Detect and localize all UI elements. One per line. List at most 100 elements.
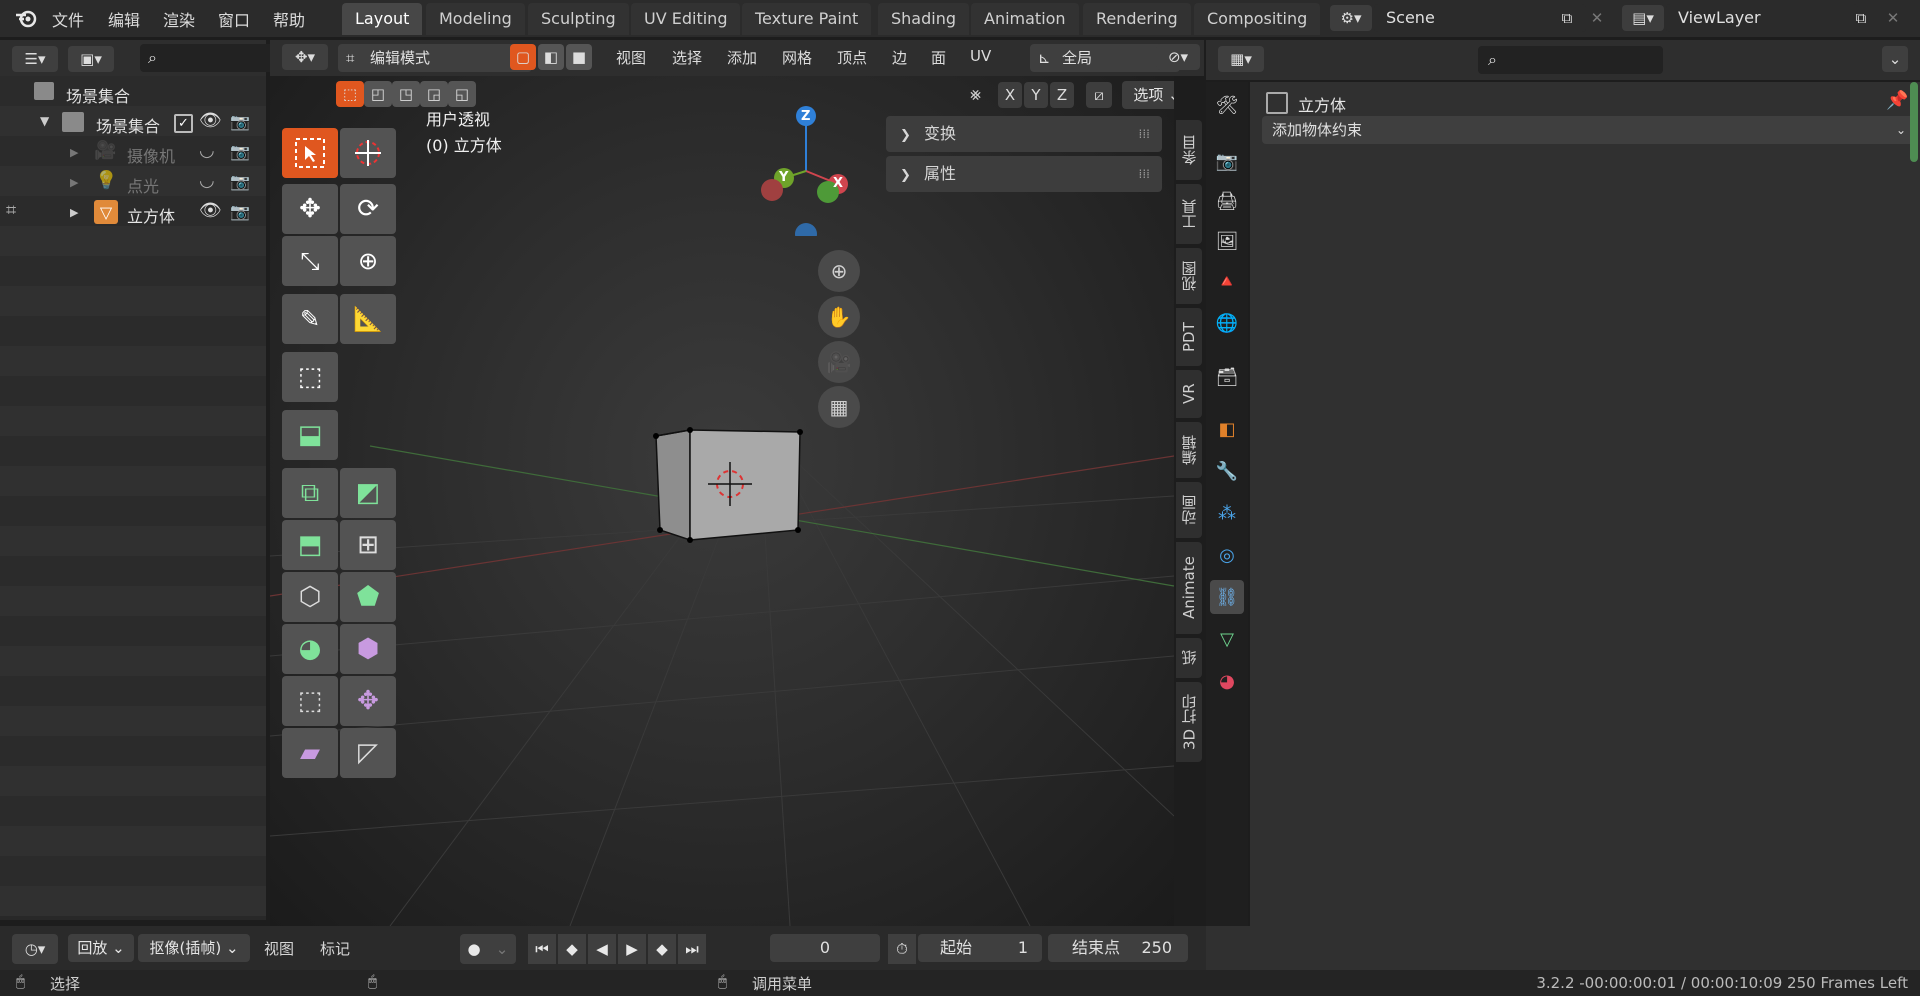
cursor-tool[interactable]: [340, 128, 396, 178]
move-tool[interactable]: ✥: [282, 184, 338, 234]
sidebar-tab-animate[interactable]: Animate: [1176, 542, 1202, 634]
tab-uv-editing[interactable]: UV Editing: [631, 3, 741, 35]
properties-search-input[interactable]: ⌕: [1478, 46, 1663, 74]
extrude-region-tool[interactable]: ⬓: [282, 410, 338, 460]
select-intersect-icon[interactable]: ◱: [448, 81, 476, 107]
shear-tool[interactable]: ▰: [282, 728, 338, 778]
measure-tool[interactable]: 📐: [340, 294, 396, 344]
view-layer-field[interactable]: ViewLayer: [1666, 4, 1858, 32]
view-layer-selector-icon[interactable]: ▤▾: [1622, 5, 1664, 31]
sidebar-tab-paper[interactable]: 纸: [1176, 638, 1202, 678]
vertex-select-icon[interactable]: ▢: [510, 44, 536, 70]
eye-closed-icon[interactable]: ◡: [199, 140, 215, 161]
timeline-editor-icon[interactable]: ◷▾: [12, 934, 58, 964]
display-mode-icon[interactable]: ▣▾: [68, 46, 114, 72]
add-cube-tool[interactable]: ⬚: [282, 352, 338, 402]
play-icon[interactable]: ▶: [618, 934, 646, 964]
render-camera-icon[interactable]: 📷: [230, 142, 250, 161]
expand-arrow-icon[interactable]: ▶: [70, 206, 78, 219]
timeline-view-menu[interactable]: 视图: [264, 938, 294, 959]
spin-tool[interactable]: ⬟: [340, 572, 396, 622]
menu-help[interactable]: 帮助: [273, 7, 305, 31]
delete-scene-icon[interactable]: ✕: [1584, 5, 1610, 31]
next-keyframe-icon[interactable]: ◆: [648, 934, 676, 964]
menu-add[interactable]: 添加: [727, 47, 757, 68]
select-box-mode-icon[interactable]: ⬚: [336, 81, 364, 107]
menu-vertex[interactable]: 顶点: [837, 47, 867, 68]
menu-edit[interactable]: 编辑: [108, 7, 140, 31]
edge-select-icon[interactable]: ◧: [538, 44, 564, 70]
poly-build-tool[interactable]: ⬡: [282, 572, 338, 622]
new-scene-icon[interactable]: ⧉: [1554, 5, 1580, 31]
sidebar-tab-item[interactable]: 条目: [1176, 120, 1202, 180]
editor-type-icon[interactable]: ▦▾: [1218, 46, 1264, 72]
end-frame-field[interactable]: 结束点 250: [1048, 934, 1188, 962]
rotate-tool[interactable]: ⟳: [340, 184, 396, 234]
data-icon[interactable]: ▽: [1210, 622, 1244, 656]
sidebar-tab-pdt[interactable]: PDT: [1176, 308, 1202, 366]
constraint-icon[interactable]: ⛓: [1210, 580, 1244, 614]
mirror-x-toggle[interactable]: X: [998, 82, 1022, 108]
bevel-tool[interactable]: ◩: [340, 468, 396, 518]
sidebar-tab-vr[interactable]: VR: [1176, 370, 1202, 418]
rip-region-tool[interactable]: ◸: [340, 728, 396, 778]
collapse-arrow-icon[interactable]: ▼: [40, 114, 49, 128]
knife-tool[interactable]: ⊞: [340, 520, 396, 570]
scale-tool[interactable]: ⤡: [282, 236, 338, 286]
randomize-tool[interactable]: ⬢: [340, 624, 396, 674]
editor-type-icon[interactable]: ✥▾: [282, 44, 328, 70]
new-view-layer-icon[interactable]: ⧉: [1848, 5, 1874, 31]
sidebar-tab-tool[interactable]: 工具: [1176, 184, 1202, 244]
face-select-icon[interactable]: ■: [566, 44, 592, 70]
drag-handle-icon[interactable]: ⁞⁞⁞: [1139, 156, 1150, 192]
tab-sculpting[interactable]: Sculpting: [528, 3, 629, 35]
start-frame-field[interactable]: 起始 1: [918, 934, 1042, 962]
scene-icon[interactable]: 🔺: [1210, 264, 1244, 298]
pin-icon[interactable]: 📌: [1886, 90, 1908, 111]
outliner-item-camera[interactable]: 摄像机: [127, 143, 175, 167]
menu-window[interactable]: 窗口: [218, 7, 250, 31]
tab-modeling[interactable]: Modeling: [426, 3, 525, 35]
menu-file[interactable]: 文件: [52, 7, 84, 31]
sidebar-tab-3d-print[interactable]: 3D 打印: [1176, 682, 1202, 762]
cube-mesh[interactable]: [650, 426, 840, 566]
exclude-checkbox[interactable]: ✓: [174, 114, 193, 133]
camera-view-icon[interactable]: 🎥: [818, 341, 860, 383]
auto-keying-options-icon[interactable]: ⌄: [488, 934, 516, 964]
play-reverse-icon[interactable]: ◀: [588, 934, 616, 964]
jump-start-icon[interactable]: ⏮: [528, 934, 556, 964]
keying-dropdown[interactable]: 抠像(插帧) ⌄: [138, 934, 250, 962]
menu-render[interactable]: 渲染: [163, 7, 195, 31]
edge-slide-tool[interactable]: ⬚: [282, 676, 338, 726]
prev-keyframe-icon[interactable]: ◆: [558, 934, 586, 964]
playback-dropdown[interactable]: 回放 ⌄: [68, 934, 134, 962]
tab-shading[interactable]: Shading: [878, 3, 969, 35]
tab-texture-paint[interactable]: Texture Paint: [742, 3, 872, 35]
output-icon[interactable]: 🖨: [1210, 184, 1244, 218]
outliner-item-cube[interactable]: 立方体: [127, 203, 175, 227]
record-icon[interactable]: ●: [460, 934, 488, 964]
tab-layout[interactable]: Layout: [342, 3, 423, 35]
select-subtract-icon[interactable]: ◳: [392, 81, 420, 107]
menu-select[interactable]: 选择: [672, 47, 702, 68]
eye-icon[interactable]: 👁: [199, 200, 222, 221]
stopwatch-icon[interactable]: ⏱: [888, 934, 916, 964]
object-icon[interactable]: ◧: [1210, 412, 1244, 446]
perspective-grid-icon[interactable]: ▦: [818, 386, 860, 428]
render-icon[interactable]: 📷: [1210, 144, 1244, 178]
render-camera-icon[interactable]: 📷: [230, 202, 250, 221]
sidebar-tab-view[interactable]: 视图: [1176, 248, 1202, 304]
menu-face[interactable]: 面: [931, 47, 946, 68]
loop-cut-tool[interactable]: ⬒: [282, 520, 338, 570]
world-icon[interactable]: 🌐: [1210, 306, 1244, 340]
editor-type-icon[interactable]: ☰▾: [12, 46, 58, 72]
eye-closed-icon[interactable]: ◡: [199, 170, 215, 191]
scene-selector-icon[interactable]: ⚙▾: [1330, 5, 1372, 31]
scene-collection-label[interactable]: 场景集合: [66, 83, 130, 107]
menu-view[interactable]: 视图: [616, 47, 646, 68]
mirror-z-toggle[interactable]: Z: [1050, 82, 1074, 108]
sidebar-tab-animation[interactable]: 动画: [1176, 482, 1202, 538]
transform-panel-header[interactable]: ❯ 变换 ⁞⁞⁞: [886, 116, 1162, 152]
blender-logo-icon[interactable]: [14, 6, 38, 30]
properties-panel-header[interactable]: ❯ 属性 ⁞⁞⁞: [886, 156, 1162, 192]
